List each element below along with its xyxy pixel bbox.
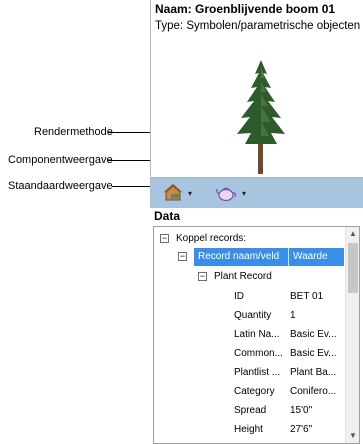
field-key: Spread [234, 405, 267, 416]
field-row[interactable]: Category Conifero... [154, 382, 344, 401]
vertical-scrollbar[interactable]: ▲ ▼ [345, 227, 359, 443]
field-value: 27'6" [290, 424, 313, 435]
evergreen-tree-preview [237, 60, 285, 174]
root-records-label: Koppel records: [176, 233, 247, 244]
field-key: Spacing [234, 439, 286, 443]
field-row[interactable]: Quantity 1 [154, 306, 344, 325]
standard-view-button[interactable]: ▾ [163, 182, 192, 204]
field-row[interactable]: Plantlist ... Plant Ba... [154, 363, 344, 382]
column-header-name: Record naam/veld [198, 251, 280, 262]
scroll-up-icon[interactable]: ▲ [346, 227, 359, 241]
render-method-button[interactable]: ▾ [215, 182, 246, 204]
field-value: 15'0" [290, 405, 313, 416]
render-method-dropdown-caret[interactable]: ▾ [242, 189, 246, 198]
field-value: Basic Ev... [290, 329, 337, 340]
field-key: ID [234, 291, 244, 302]
field-key: Latin Na... [234, 329, 280, 340]
collapse-icon[interactable]: − [198, 272, 207, 281]
field-value: BET 01 [290, 291, 324, 302]
column-header-selected[interactable]: Record naam/veld Waarde [194, 248, 344, 266]
field-row[interactable]: Latin Na... Basic Ev... [154, 325, 344, 344]
field-value: 1 [290, 310, 296, 321]
field-value: Conifero... [290, 386, 337, 397]
field-key: Height [234, 424, 263, 435]
standard-view-dropdown-caret[interactable]: ▾ [188, 189, 192, 198]
field-value: Plant Ba... [290, 367, 337, 378]
field-row[interactable]: Common... Basic Ev... [154, 344, 344, 363]
field-key: Common... [234, 348, 283, 359]
data-tree[interactable]: − Koppel records: − Record naam/veld Waa… [153, 226, 360, 444]
field-key: Plantlist ... [234, 367, 281, 378]
field-row[interactable]: Spread 15'0" [154, 401, 344, 420]
render-method-callout-label: Rendermethode [34, 126, 113, 138]
standard-view-callout-label: Staandaardweergave [8, 180, 113, 192]
plant-record-label: Plant Record [214, 271, 272, 282]
collapse-icon[interactable]: − [160, 234, 169, 243]
field-key: Quantity [234, 310, 272, 321]
render-teapot-icon [216, 187, 236, 202]
field-row[interactable]: ID BET 01 [154, 287, 344, 306]
field-value: Basic Ev... [290, 348, 337, 359]
field-row[interactable]: Height 27'6" [154, 420, 344, 439]
preview-panel: Naam: Groenblijvende boom 01 Type: Symbo… [150, 0, 363, 208]
scroll-thumb[interactable] [348, 243, 358, 293]
data-panel-title: Data [150, 209, 363, 225]
scroll-down-icon[interactable]: ▼ [346, 429, 359, 443]
view-toolbar: ▾ ▾ [151, 177, 363, 208]
component-view-callout-label: Componentweergave [8, 154, 113, 166]
collapse-icon[interactable]: − [178, 252, 187, 261]
house-view-icon [164, 183, 182, 201]
column-header-value: Waarde [288, 248, 328, 266]
field-key: Category [234, 386, 275, 397]
field-row[interactable]: Spacing 10'0" [154, 439, 344, 443]
object-name: Naam: Groenblijvende boom 01 [155, 2, 336, 16]
object-type: Type: Symbolen/parametrische objecten [155, 20, 361, 32]
field-value: 10'0" [290, 439, 340, 443]
